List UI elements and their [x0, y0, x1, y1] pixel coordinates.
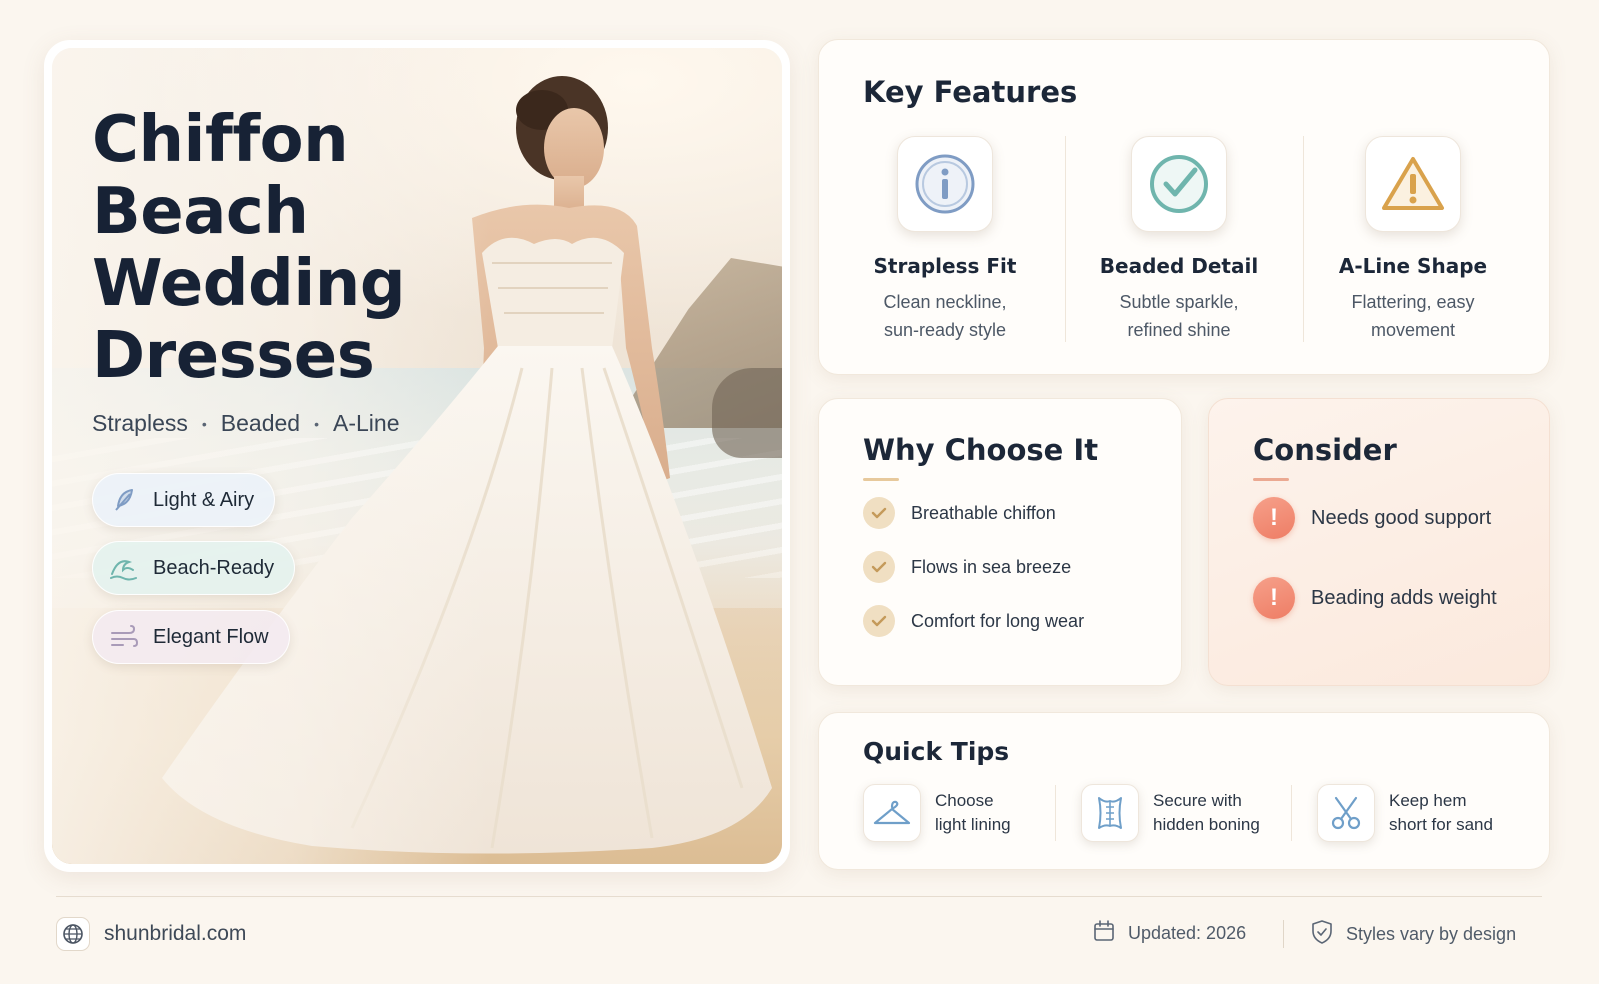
concern-item: ! Needs good support	[1253, 497, 1491, 539]
feature-desc: Clean neckline, sun-ready style	[883, 292, 1007, 340]
pill-light-airy: Light & Airy	[92, 473, 276, 527]
pill-beach-ready: Beach-Ready	[92, 541, 296, 595]
tip-item: Choose light lining	[863, 784, 1011, 842]
pill-label: Beach-Ready	[153, 556, 275, 579]
updated-info: Updated: 2026	[1092, 919, 1246, 948]
pill-label: Light & Airy	[153, 488, 255, 511]
quick-tips-card: Quick Tips Choose light lining Secure wit…	[818, 712, 1550, 870]
hero-card: Chiffon Beach Wedding Dresses Strapless …	[44, 40, 790, 872]
concern-item: ! Beading adds weight	[1253, 577, 1497, 619]
tag-separator: •	[314, 415, 319, 432]
tag-strapless: Strapless	[92, 410, 188, 436]
footer-divider	[56, 896, 1542, 897]
pill-label: Elegant Flow	[153, 625, 269, 648]
corset-icon	[1081, 784, 1139, 842]
check-circle-icon	[1131, 136, 1227, 232]
divider	[1291, 785, 1292, 841]
globe-icon	[56, 917, 90, 951]
alert-icon: !	[1253, 577, 1295, 619]
why-heading: Why Choose It	[863, 433, 1099, 467]
pill-elegant-flow: Elegant Flow	[92, 610, 290, 664]
feature-desc: Flattering, easy movement	[1351, 292, 1475, 340]
alert-icon: !	[1253, 497, 1295, 539]
feature-strapless-fit: Strapless Fit Clean neckline, sun-ready …	[845, 136, 1045, 344]
site-url[interactable]: shunbridal.com	[104, 922, 246, 946]
feather-icon	[109, 485, 139, 515]
divider	[1303, 136, 1304, 342]
tip-item: Keep hem short for sand	[1317, 784, 1493, 842]
site-link[interactable]: shunbridal.com	[56, 917, 246, 951]
feature-title: Beaded Detail	[1099, 254, 1259, 278]
benefit-item: Comfort for long wear	[863, 605, 1084, 637]
beach-wedding-photo: Chiffon Beach Wedding Dresses Strapless …	[52, 48, 782, 864]
info-icon	[897, 136, 993, 232]
key-features-card: Key Features Strapless Fit Clean necklin…	[818, 39, 1550, 375]
feature-a-line-shape: A-Line Shape Flattering, easy movement	[1313, 136, 1513, 344]
hanger-icon	[863, 784, 921, 842]
feature-beaded-detail: Beaded Detail Subtle sparkle, refined sh…	[1079, 136, 1279, 344]
check-icon	[863, 551, 895, 583]
consider-heading: Consider	[1253, 433, 1397, 467]
feature-title: Strapless Fit	[873, 254, 1017, 278]
shield-icon	[1310, 919, 1334, 950]
wind-icon	[109, 622, 139, 652]
tips-heading: Quick Tips	[863, 737, 1010, 766]
scissors-icon	[1317, 784, 1375, 842]
style-tags: Strapless • Beaded • A-Line	[92, 410, 399, 437]
page-title: Chiffon Beach Wedding Dresses	[92, 103, 406, 393]
tag-separator: •	[201, 415, 207, 432]
wave-icon	[109, 553, 139, 583]
tag-a-line: A-Line	[333, 410, 400, 436]
divider	[1065, 136, 1066, 342]
styles-note: Styles vary by design	[1310, 919, 1516, 950]
heading-underline	[863, 478, 899, 481]
key-features-heading: Key Features	[863, 75, 1078, 109]
footer-separator	[1283, 920, 1284, 948]
calendar-icon	[1092, 919, 1116, 948]
check-icon	[863, 605, 895, 637]
warning-triangle-icon	[1365, 136, 1461, 232]
consider-card: Consider ! Needs good support ! Beading …	[1208, 398, 1550, 686]
divider	[1055, 785, 1056, 841]
why-choose-card: Why Choose It Breathable chiffon Flows i…	[818, 398, 1182, 686]
benefit-item: Flows in sea breeze	[863, 551, 1071, 583]
tip-item: Secure with hidden boning	[1081, 784, 1260, 842]
heading-underline	[1253, 478, 1289, 481]
check-icon	[863, 497, 895, 529]
feature-title: A-Line Shape	[1338, 254, 1488, 278]
tag-beaded: Beaded	[220, 410, 301, 436]
feature-desc: Subtle sparkle, refined shine	[1119, 292, 1239, 340]
benefit-item: Breathable chiffon	[863, 497, 1056, 529]
